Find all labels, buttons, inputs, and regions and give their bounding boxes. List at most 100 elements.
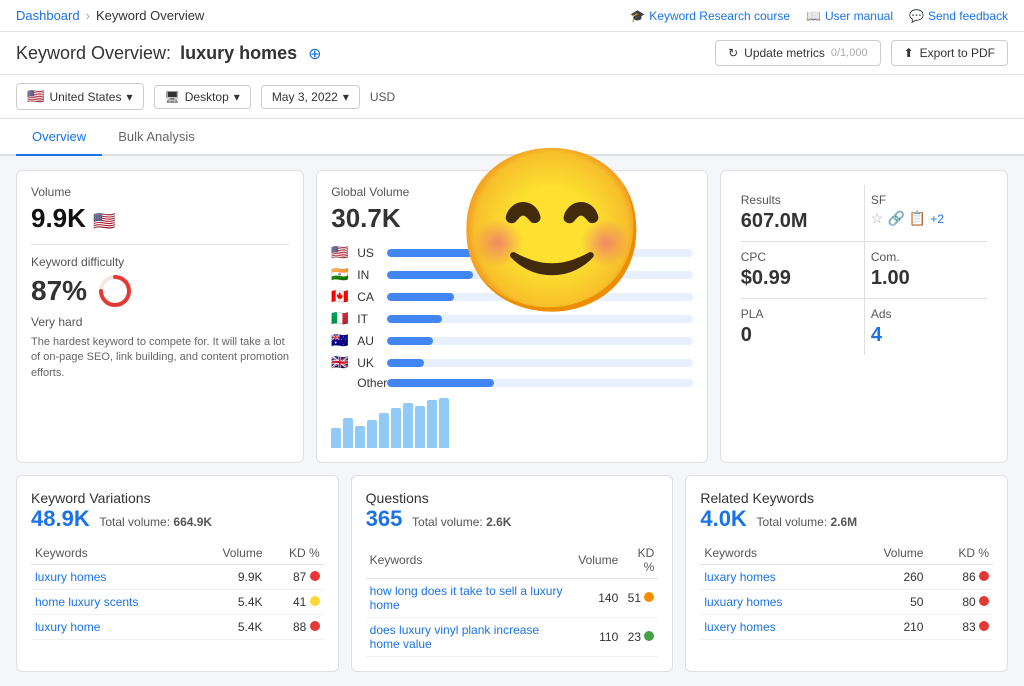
difficulty-dot <box>310 596 320 606</box>
clipboard-icon: 📋 <box>909 210 926 227</box>
pla-value: 0 <box>741 324 858 347</box>
difficulty-dot <box>644 592 654 602</box>
us-flag-icon: 🇺🇸 <box>27 88 44 105</box>
rk-col-volume: Volume <box>846 542 927 565</box>
difficulty-dot <box>310 571 320 581</box>
kd-row: 87% <box>31 273 289 309</box>
chart-bar <box>379 413 389 448</box>
chart-bar <box>415 406 425 448</box>
chart-bar <box>343 418 353 448</box>
chevron-down-icon: ▾ <box>126 90 132 104</box>
kd-description: The hardest keyword to compete for. It w… <box>31 335 289 381</box>
tab-bulk-analysis[interactable]: Bulk Analysis <box>102 119 211 156</box>
export-pdf-button[interactable]: ⬆ Export to PDF <box>891 40 1008 66</box>
country-row-us: 🇺🇸 US <box>331 244 693 261</box>
kv-keyword-link[interactable]: home luxury scents <box>35 595 138 609</box>
desktop-icon: 🖥 <box>165 90 180 104</box>
table-row: home luxury scents 5.4K 41 <box>31 590 324 615</box>
kd-percent: 87% <box>31 275 87 307</box>
table-row: luxery homes 210 83 <box>700 615 993 640</box>
rk-keyword-link[interactable]: luxary homes <box>704 570 775 584</box>
ca-flag: 🇨🇦 <box>331 288 351 305</box>
country-row-it: 🇮🇹 IT <box>331 310 693 327</box>
tab-overview[interactable]: Overview <box>16 119 102 156</box>
refresh-icon: ↻ <box>728 46 738 60</box>
stats-card: Results 607.0M SF ☆ 🔗 📋 +2 CPC <box>720 170 1008 463</box>
global-volume-value: 30.7K <box>331 203 693 234</box>
sf-cell: SF ☆ 🔗 📋 +2 <box>864 185 993 241</box>
in-flag: 🇮🇳 <box>331 266 351 283</box>
kv-keyword-link[interactable]: luxury homes <box>35 570 106 584</box>
table-row: luxury homes 9.9K 87 <box>31 565 324 590</box>
currency-label: USD <box>370 90 395 104</box>
rk-keyword-link[interactable]: luxery homes <box>704 620 775 634</box>
difficulty-dot <box>310 621 320 631</box>
rk-col-keywords: Keywords <box>700 542 846 565</box>
feedback-icon: 💬 <box>909 9 924 23</box>
update-metrics-button[interactable]: ↻ Update metrics 0/1,000 <box>715 40 880 66</box>
chart-bar <box>427 400 437 448</box>
cpc-cell: CPC $0.99 <box>735 242 864 298</box>
date-filter[interactable]: May 3, 2022 ▾ <box>261 85 360 109</box>
add-keyword-button[interactable]: ⊕ <box>308 46 321 63</box>
q-keyword-link[interactable]: does luxury vinyl plank increase home va… <box>370 623 539 651</box>
breadcrumb-parent[interactable]: Dashboard <box>16 8 80 23</box>
chart-bar <box>403 403 413 448</box>
title-actions: ↻ Update metrics 0/1,000 ⬆ Export to PDF <box>715 40 1008 66</box>
kv-keyword-link[interactable]: luxury home <box>35 620 100 634</box>
chevron-down-icon-2: ▾ <box>234 90 240 104</box>
q-header: Questions 365 Total volume: 2.6K <box>366 490 659 532</box>
uk-flag: 🇬🇧 <box>331 354 351 371</box>
filters-bar: 🇺🇸 United States ▾ 🖥 Desktop ▾ May 3, 20… <box>0 75 1024 119</box>
table-row: luxuary homes 50 80 <box>700 590 993 615</box>
q-keyword-link[interactable]: how long does it take to sell a luxury h… <box>370 584 563 612</box>
table-row: luxury home 5.4K 88 <box>31 615 324 640</box>
tabs: Overview Bulk Analysis <box>0 119 1024 156</box>
kv-col-volume: Volume <box>196 542 267 565</box>
top-links: 🎓 Keyword Research course 📖 User manual … <box>630 9 1008 23</box>
chart-bar <box>439 398 449 448</box>
breadcrumb: Dashboard › Keyword Overview <box>16 8 204 23</box>
country-row-uk: 🇬🇧 UK <box>331 354 693 371</box>
send-feedback-link[interactable]: 💬 Send feedback <box>909 9 1008 23</box>
au-flag: 🇦🇺 <box>331 332 351 349</box>
ads-value: 4 <box>871 324 987 347</box>
related-keywords-table: Keywords Volume KD % luxary homes 260 86… <box>700 542 993 640</box>
volume-label: Volume <box>31 185 289 199</box>
user-manual-link[interactable]: 📖 User manual <box>806 9 893 23</box>
other-row: Other <box>331 376 693 390</box>
country-list: 🇺🇸 US 🇮🇳 IN 🇨🇦 CA 🇮🇹 IT <box>331 244 693 390</box>
rk-header: Related Keywords 4.0K Total volume: 2.6M <box>700 490 993 532</box>
results-cell: Results 607.0M <box>735 185 864 241</box>
keyword-variations-card: Keyword Variations 48.9K Total volume: 6… <box>16 475 339 672</box>
cpc-com-grid: CPC $0.99 Com. 1.00 <box>735 242 993 298</box>
country-row-ca: 🇨🇦 CA <box>331 288 693 305</box>
keyword-difficulty-section: Keyword difficulty 87% Very hard The har… <box>31 255 289 381</box>
kv-col-kd: KD % <box>267 542 324 565</box>
table-row: how long does it take to sell a luxury h… <box>366 579 659 618</box>
stats-grid: Results 607.0M SF ☆ 🔗 📋 +2 <box>735 185 993 241</box>
related-keywords-card: Related Keywords 4.0K Total volume: 2.6M… <box>685 475 1008 672</box>
chart-bar <box>367 420 377 448</box>
country-row-in: 🇮🇳 IN <box>331 266 693 283</box>
main-content: Volume 9.9K 🇺🇸 Keyword difficulty 87% <box>0 156 1024 686</box>
keyword-research-course-link[interactable]: 🎓 Keyword Research course <box>630 9 790 23</box>
rk-keyword-link[interactable]: luxuary homes <box>704 595 782 609</box>
country-filter[interactable]: 🇺🇸 United States ▾ <box>16 83 144 110</box>
global-volume-label: Global Volume <box>331 185 693 199</box>
table-row: does luxury vinyl plank increase home va… <box>366 618 659 657</box>
top-header: Dashboard › Keyword Overview 🎓 Keyword R… <box>0 0 1024 32</box>
com-value: 1.00 <box>871 267 987 290</box>
questions-card: Questions 365 Total volume: 2.6K Keyword… <box>351 475 674 672</box>
ads-cell: Ads 4 <box>864 299 993 355</box>
com-cell: Com. 1.00 <box>864 242 993 298</box>
difficulty-dot <box>979 596 989 606</box>
q-col-keywords: Keywords <box>366 542 575 579</box>
chart-bar <box>331 428 341 448</box>
chevron-down-icon-3: ▾ <box>343 90 349 104</box>
pla-cell: PLA 0 <box>735 299 864 355</box>
kv-header: Keyword Variations 48.9K Total volume: 6… <box>31 490 324 532</box>
device-filter[interactable]: 🖥 Desktop ▾ <box>154 85 251 109</box>
rk-col-kd: KD % <box>927 542 993 565</box>
q-col-volume: Volume <box>574 542 622 579</box>
